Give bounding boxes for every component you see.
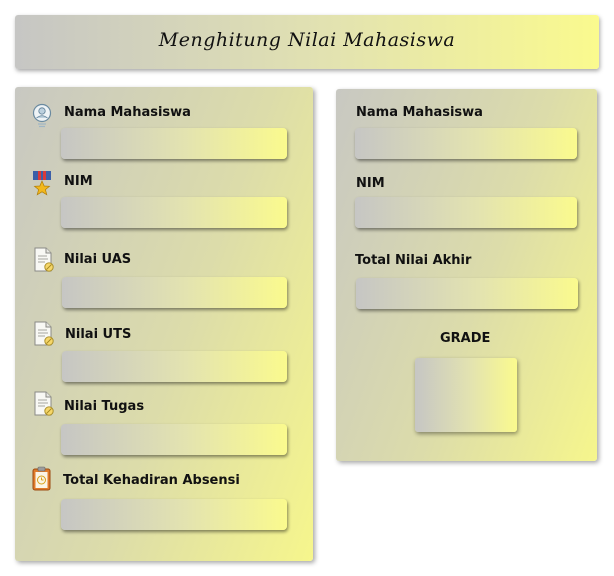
clipboard-icon [31, 466, 53, 491]
nama-mahasiswa-input[interactable] [61, 128, 287, 159]
nim-input[interactable] [61, 197, 287, 228]
total-kehadiran-absensi-input[interactable] [61, 499, 287, 530]
grade-label: GRADE [440, 331, 491, 346]
page-title: Menghitung Nilai Mahasiswa [158, 29, 456, 51]
total-nilai-akhir-label: Total Nilai Akhir [355, 253, 472, 268]
nim-label: NIM [64, 174, 93, 189]
result-nim-field [355, 197, 577, 228]
total-kehadiran-absensi-label: Total Kehadiran Absensi [63, 473, 240, 488]
result-nama-mahasiswa-label: Nama Mahasiswa [356, 105, 483, 120]
medal-icon [31, 170, 53, 196]
nilai-uts-input[interactable] [62, 351, 287, 382]
nilai-uas-label: Nilai UAS [64, 252, 132, 267]
document-icon [33, 391, 55, 416]
nilai-uts-label: Nilai UTS [65, 327, 132, 342]
result-nama-mahasiswa-field [355, 128, 577, 159]
document-icon [33, 247, 55, 272]
total-nilai-akhir-field [356, 278, 578, 309]
nilai-uas-input[interactable] [62, 277, 287, 308]
nilai-tugas-label: Nilai Tugas [64, 399, 145, 414]
grade-display [415, 358, 517, 432]
nilai-tugas-input[interactable] [61, 424, 287, 455]
nama-mahasiswa-label: Nama Mahasiswa [64, 105, 191, 120]
document-icon [33, 321, 55, 346]
user-icon [31, 103, 53, 128]
title-banner: Menghitung Nilai Mahasiswa [15, 15, 599, 69]
result-nim-label: NIM [356, 176, 385, 191]
